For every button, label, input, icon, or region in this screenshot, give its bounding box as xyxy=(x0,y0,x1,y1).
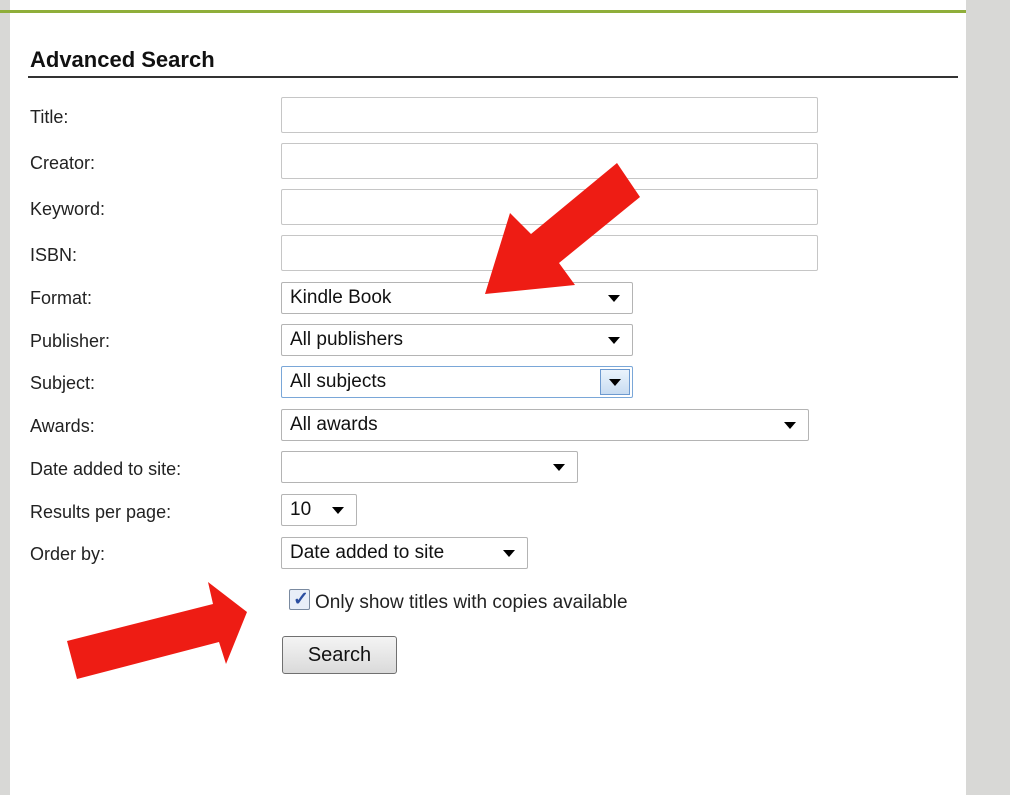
red-arrow-icon xyxy=(485,163,640,294)
red-arrow-icon xyxy=(67,582,247,679)
annotation-arrows xyxy=(67,163,640,679)
